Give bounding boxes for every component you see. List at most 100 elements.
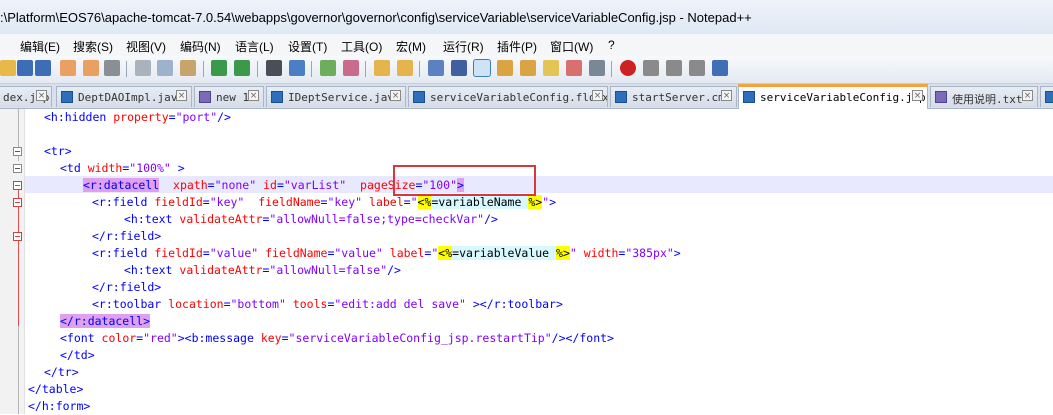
function-list-icon[interactable] [520, 60, 536, 76]
code-token: tools [292, 297, 328, 311]
monitor-icon[interactable] [589, 60, 605, 76]
fold-toggle-icon[interactable] [13, 147, 22, 156]
close-icon[interactable]: × [592, 90, 603, 101]
code-line: <tr> [44, 143, 72, 160]
code-token: <tr> [44, 144, 72, 158]
tab-ideptservice-java[interactable]: IDeptService.java × [266, 86, 406, 107]
code-token: variableName [438, 195, 522, 209]
code-token: <td [60, 161, 88, 175]
code-token: "allowNull=false" [269, 263, 388, 277]
find-icon[interactable] [266, 60, 282, 76]
file-icon [271, 91, 283, 103]
record-macro-icon[interactable] [620, 60, 636, 76]
tab-startserver-cmd[interactable]: startServer.cmd × [610, 86, 737, 107]
code-token: <h:text [124, 263, 180, 277]
tab-overflow[interactable] [1040, 86, 1053, 107]
show-all-chars-icon[interactable] [451, 60, 467, 76]
code-token: key [260, 331, 282, 345]
menu-help[interactable]: ? [608, 38, 615, 52]
close-icon[interactable]: × [1022, 90, 1033, 101]
tab-servicevariableconfig-flowx[interactable]: serviceVariableConfig.flowx × [408, 86, 608, 107]
folder-workspace-icon[interactable] [543, 60, 559, 76]
save-icon[interactable] [17, 60, 33, 76]
open-file-icon[interactable] [0, 60, 16, 76]
window-title: :\Platform\EOS76\apache-tomcat-7.0.54\we… [0, 10, 752, 25]
tab-label: serviceVariableConfig.flowx [430, 91, 608, 104]
menu-language[interactable]: 语言(L) [235, 38, 274, 55]
tab-label: DeptDAOImpl.java [78, 91, 184, 104]
code-line: <h:hidden property="port"/> [44, 109, 231, 126]
paste-icon[interactable] [180, 60, 196, 76]
code-line: <h:text validateAttr="allowNull=false;ty… [124, 212, 498, 226]
tab-new-1[interactable]: new 1 × [194, 86, 264, 107]
copy-icon[interactable] [157, 60, 173, 76]
indent-guide-icon[interactable] [473, 59, 491, 77]
fold-toggle-icon[interactable] [13, 198, 22, 207]
menu-search[interactable]: 搜索(S) [73, 38, 113, 55]
replace-icon[interactable] [289, 60, 305, 76]
zoom-in-icon[interactable] [320, 60, 336, 76]
save-all-icon[interactable] [35, 60, 51, 76]
menu-macro[interactable]: 宏(M) [396, 38, 426, 55]
toolbar [0, 56, 1053, 84]
menu-edit[interactable]: 编辑(E) [20, 38, 60, 55]
menu-run[interactable]: 运行(R) [443, 38, 484, 55]
close-icon[interactable]: × [36, 90, 47, 101]
code-token: </table> [28, 382, 84, 396]
sync-vertical-icon[interactable] [374, 60, 390, 76]
close-icon[interactable] [60, 60, 76, 76]
code-token: ></r:toolbar> [465, 297, 563, 311]
code-token: "value" [334, 246, 383, 260]
code-token: "port" [175, 110, 218, 124]
menu-encoding[interactable]: 编码(N) [180, 38, 221, 55]
play-macro-icon[interactable] [666, 60, 682, 76]
code-token: id [263, 178, 277, 192]
close-icon[interactable]: × [248, 90, 259, 101]
code-token: variableValue [459, 246, 550, 260]
fold-toggle-icon[interactable] [13, 164, 22, 173]
menu-settings[interactable]: 设置(T) [288, 38, 327, 55]
code-line: <font color="red"><b:message key="servic… [60, 331, 614, 345]
file-icon [615, 91, 627, 103]
sync-horizontal-icon[interactable] [397, 60, 413, 76]
code-token: <h:text [124, 212, 180, 226]
tab-dex-jsp[interactable]: dex.jsp × [0, 86, 52, 107]
fold-toggle-icon[interactable] [13, 232, 22, 241]
save-macro-icon[interactable] [712, 60, 728, 76]
tab-deptdaoimpl-java[interactable]: DeptDAOImpl.java × [56, 86, 192, 107]
code-token: location [168, 297, 224, 311]
fold-guide [18, 326, 19, 414]
run-macro-multiple-icon[interactable] [689, 60, 705, 76]
close-icon[interactable]: × [721, 90, 732, 101]
close-icon[interactable]: × [912, 90, 923, 101]
toolbar-separator [365, 61, 366, 77]
word-wrap-icon[interactable] [428, 60, 444, 76]
close-all-icon[interactable] [83, 60, 99, 76]
user-language-icon[interactable] [497, 60, 513, 76]
tab-readme-txt[interactable]: 使用说明.txt × [930, 86, 1038, 107]
cut-icon[interactable] [135, 60, 151, 76]
undo-icon[interactable] [211, 60, 227, 76]
menu-tools[interactable]: 工具(O) [341, 38, 382, 55]
document-map-icon[interactable] [566, 60, 582, 76]
code-token: /> [217, 110, 231, 124]
stop-record-icon[interactable] [643, 60, 659, 76]
redo-icon[interactable] [234, 60, 250, 76]
tab-servicevariableconfig-jsp[interactable]: serviceVariableConfig.jsp × [738, 84, 928, 109]
close-icon[interactable]: × [176, 90, 187, 101]
code-token: fieldId [154, 195, 203, 209]
close-icon[interactable]: × [390, 90, 401, 101]
code-token: width [87, 161, 123, 175]
code-token: "100%" [129, 161, 171, 175]
code-editor[interactable]: <h:hidden property="port"/> <tr> <td wid… [0, 109, 1053, 414]
code-token: property [113, 110, 169, 124]
menu-view[interactable]: 视图(V) [126, 38, 166, 55]
print-icon[interactable] [104, 60, 120, 76]
tab-label: new 1 [216, 91, 250, 104]
menu-window[interactable]: 窗口(W) [550, 38, 593, 55]
zoom-out-icon[interactable] [343, 60, 359, 76]
menu-plugins[interactable]: 插件(P) [497, 38, 537, 55]
code-token: label [389, 246, 425, 260]
fold-toggle-icon[interactable] [13, 181, 22, 190]
code-token: "value" [209, 246, 259, 260]
